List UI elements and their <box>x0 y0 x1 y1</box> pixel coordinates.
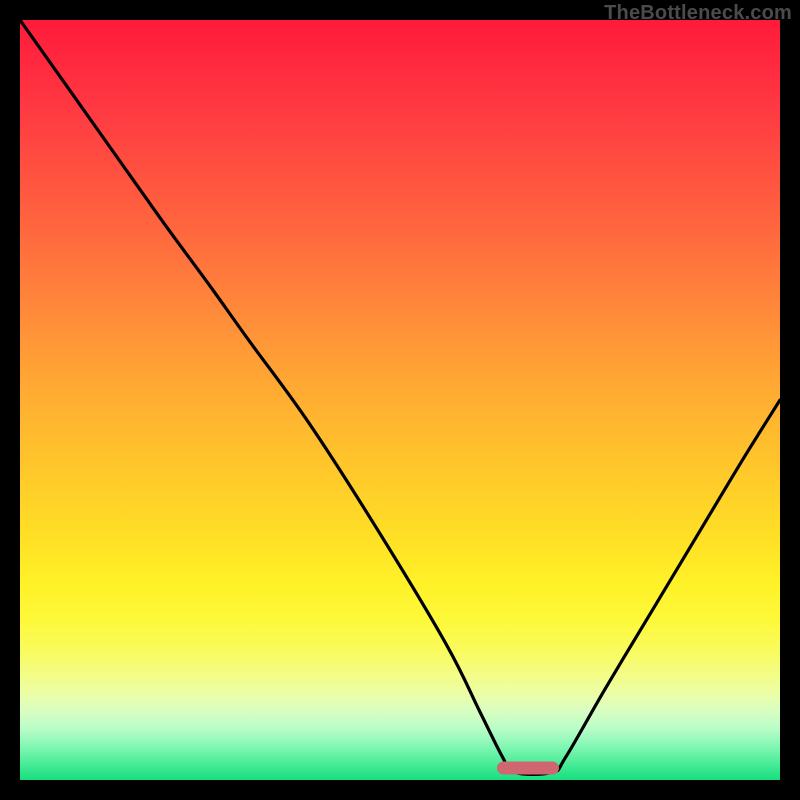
optimal-marker <box>497 761 559 774</box>
plot-area <box>20 20 780 780</box>
chart-frame: TheBottleneck.com <box>0 0 800 800</box>
bottleneck-curve <box>20 20 780 780</box>
